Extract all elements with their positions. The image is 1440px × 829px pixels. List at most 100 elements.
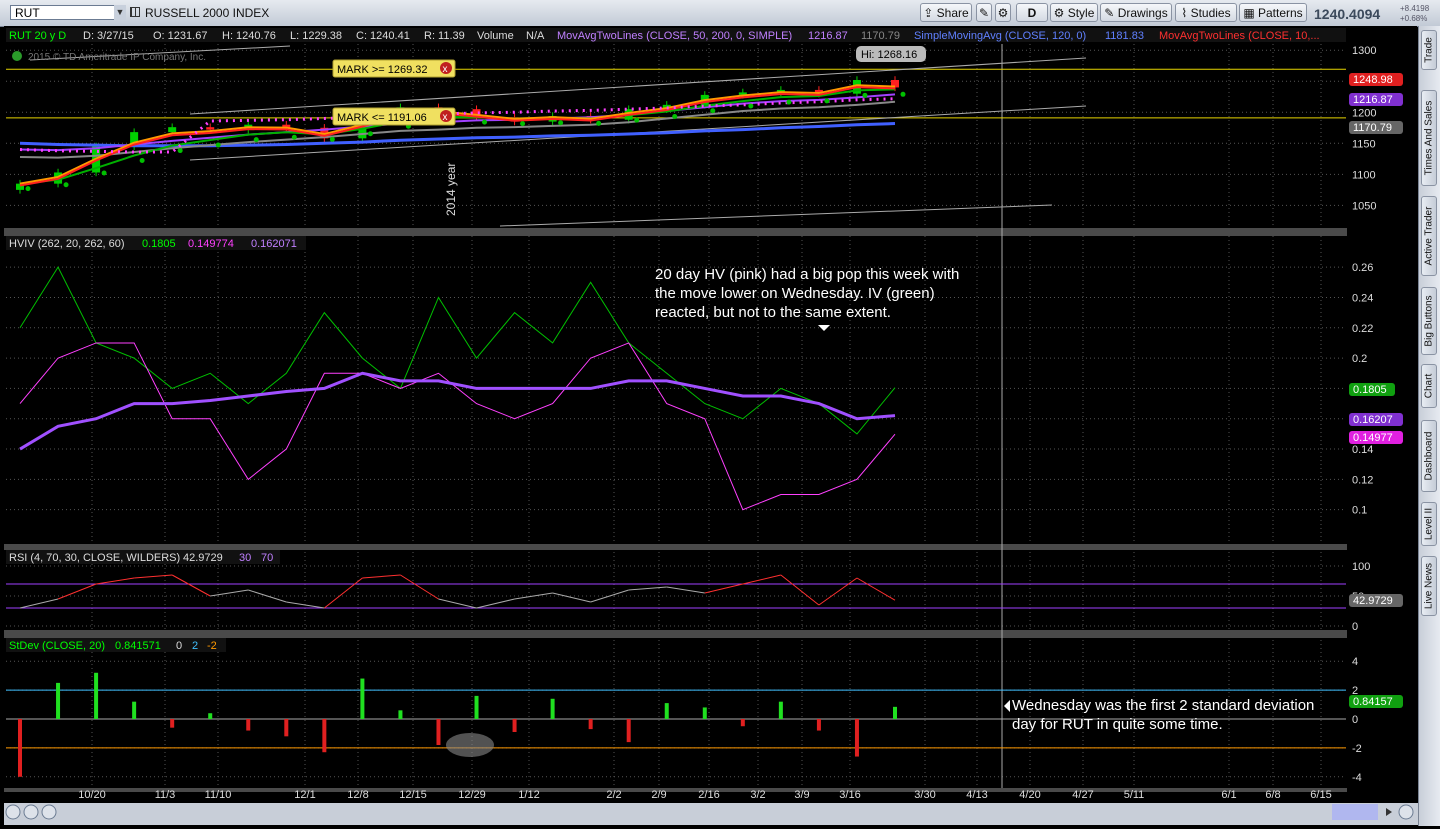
- zoom-reset-icon[interactable]: [41, 804, 57, 820]
- signal-dot: [482, 119, 488, 125]
- stdev-minus2: -2: [207, 640, 217, 652]
- stdev-bar: [132, 701, 137, 719]
- tab-big-buttons[interactable]: Big Buttons: [1421, 287, 1437, 355]
- x-tick-label: 12/1: [294, 789, 315, 801]
- stdev-bar: [284, 719, 289, 737]
- y-tick-label: 0.2: [1352, 353, 1367, 365]
- stdev-bar: [550, 698, 555, 719]
- rsi-value: 42.9729: [183, 552, 223, 564]
- info-icon[interactable]: [12, 51, 22, 61]
- signal-dot: [25, 186, 31, 192]
- x-tick-label: 12/29: [458, 789, 486, 801]
- panel-separator: [4, 630, 1347, 638]
- signal-dot: [558, 120, 564, 126]
- y-tick-label: 1150: [1352, 138, 1376, 150]
- mark-lower-label[interactable]: MARK <= 1191.06 x: [332, 107, 456, 126]
- tab-label: Chart: [1423, 373, 1435, 399]
- signal-dot: [862, 92, 868, 98]
- stdev-bar: [664, 703, 669, 719]
- y-tick-label: 100: [1352, 561, 1370, 573]
- signal-dot: [520, 121, 526, 127]
- x-tick-label: 3/9: [794, 789, 809, 801]
- tab-dashboard[interactable]: Dashboard: [1421, 420, 1437, 492]
- header-movavg1-v1: 1216.87: [808, 30, 848, 42]
- panel-separator: [4, 544, 1347, 550]
- hviv-tag-hv-text: 0.14977: [1353, 432, 1393, 444]
- y-tick-label: 1300: [1352, 45, 1376, 57]
- stdev-bar: [246, 719, 251, 731]
- signal-dot: [786, 99, 792, 105]
- copyright: 2015 © TD Ameritrade IP Company, Inc.: [28, 52, 206, 63]
- x-tick-label: 5/11: [1124, 789, 1145, 801]
- stdev-value: 0.841571: [115, 640, 161, 652]
- high-bubble-text: Hi: 1268.16: [861, 49, 917, 61]
- stdev-bar: [322, 719, 327, 753]
- signal-dot: [367, 131, 373, 137]
- stdev-bar: [588, 719, 593, 730]
- y-tick-label: 0: [1352, 714, 1358, 726]
- y-tick-label: 0.22: [1352, 323, 1373, 335]
- x-tick-label: 4/13: [966, 789, 987, 801]
- signal-dot: [253, 137, 259, 143]
- hviv-header: HVIV (262, 20, 262, 60) 0.1805 0.149774 …: [6, 236, 306, 250]
- tab-label: Times And Sales: [1423, 100, 1435, 176]
- hviv-tag-avg-text: 0.16207: [1353, 414, 1393, 426]
- x-tick-label: 6/8: [1265, 789, 1280, 801]
- y-tick-label: 1050: [1352, 200, 1376, 212]
- price-tag-ma50-text: 1216.87: [1353, 94, 1393, 106]
- tab-times-and-sales[interactable]: Times And Sales: [1421, 90, 1437, 186]
- tab-active-trader[interactable]: Active Trader: [1421, 196, 1437, 276]
- x-tick-label: 2/2: [606, 789, 621, 801]
- header-close: C: 1240.41: [356, 30, 410, 42]
- signal-dot: [63, 182, 69, 188]
- header-movavg2: MovAvgTwoLines (CLOSE, 10,...: [1159, 30, 1320, 42]
- tab-label: Big Buttons: [1423, 295, 1435, 347]
- header-movavg1: MovAvgTwoLines (CLOSE, 50, 200, 0, SIMPL…: [557, 30, 792, 42]
- highlight-ellipse: [446, 733, 494, 757]
- tab-chart[interactable]: Chart: [1421, 364, 1437, 408]
- signal-dot: [291, 134, 297, 140]
- header-sma-value: 1181.83: [1105, 30, 1144, 42]
- rsi-header: RSI (4, 70, 30, CLOSE, WILDERS) 42.9729 …: [6, 550, 280, 564]
- chart-area[interactable]: 10/20 11/3 11/10 12/1 12/8 12/15 12/29 1/12 2/2 2…: [0, 0, 1418, 829]
- stdev-bar: [208, 713, 213, 719]
- stdev-bar: [94, 672, 99, 719]
- x-tick-label: 1/12: [518, 789, 539, 801]
- header-volume: Volume: [477, 30, 514, 42]
- y-tick-label: 0.12: [1352, 474, 1373, 486]
- tab-label: Dashboard: [1423, 431, 1435, 481]
- stdev-bar: [18, 719, 22, 777]
- header-sma: SimpleMovingAvg (CLOSE, 120, 0): [914, 30, 1086, 42]
- mark-upper-label[interactable]: MARK >= 1269.32 x: [332, 59, 456, 78]
- tab-live-news[interactable]: Live News: [1421, 556, 1437, 616]
- x-tick-label: 3/30: [914, 789, 935, 801]
- y-tick-label: -2: [1352, 743, 1362, 755]
- note-line-3: reacted, but not to the same extent.: [655, 304, 891, 321]
- y-tick-label: 0.24: [1352, 292, 1373, 304]
- tab-label: Level II: [1423, 507, 1435, 541]
- signal-dot: [596, 120, 602, 126]
- price-tag-close-text: 1248.98: [1353, 74, 1393, 86]
- y-tick-label: 0.26: [1352, 262, 1373, 274]
- stdev-bar: [854, 719, 859, 757]
- tab-trade[interactable]: Trade: [1421, 30, 1437, 70]
- stdev-plus2: 2: [192, 640, 198, 652]
- zoom-out-icon[interactable]: [5, 804, 21, 820]
- stdev-bar: [170, 719, 175, 728]
- high-bubble: Hi: 1268.16: [856, 46, 926, 62]
- signal-dot: [215, 142, 221, 148]
- signal-dot: [710, 108, 716, 114]
- x-tick-label: 11/3: [155, 789, 176, 801]
- signal-dot: [329, 136, 335, 142]
- tab-label: Live News: [1423, 562, 1435, 610]
- hviv-iv-value: 0.1805: [142, 238, 176, 250]
- signal-dot: [634, 117, 640, 123]
- tab-level-ii[interactable]: Level II: [1421, 502, 1437, 546]
- scrollbar-thumb[interactable]: [1332, 804, 1378, 820]
- x-tick-label: 10/20: [78, 789, 106, 801]
- expand-icon[interactable]: [1398, 804, 1414, 820]
- stdev-zero: 0: [176, 640, 182, 652]
- x-tick-label: 4/20: [1019, 789, 1040, 801]
- zoom-in-icon[interactable]: [23, 804, 39, 820]
- x-tick-label: 2/9: [651, 789, 666, 801]
